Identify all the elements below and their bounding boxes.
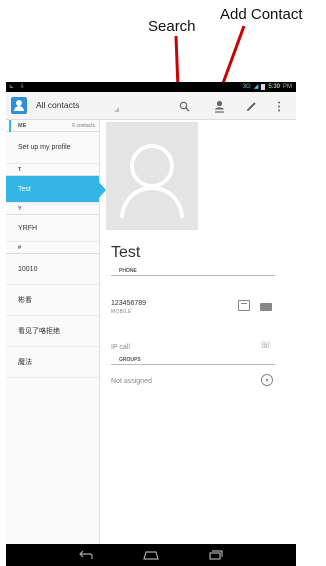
status-bar: ⊾ ⇩ 3G ◢ 5:39 PM — [6, 82, 296, 92]
status-time: 5:39 — [268, 83, 280, 90]
contacts-filter-title[interactable]: All contacts — [36, 100, 79, 110]
search-annotation-label: Search — [148, 18, 196, 35]
ip-call-row[interactable]: IP call — [111, 344, 130, 351]
groups-value[interactable]: Not assigned — [111, 378, 152, 385]
navigation-bar — [6, 544, 296, 566]
phone-number[interactable]: 123456789 — [111, 300, 146, 307]
battery-icon — [261, 83, 266, 90]
contact-row-selected[interactable]: Test — [6, 176, 106, 203]
edit-button[interactable] — [241, 97, 261, 115]
notification-icons: ⊾ ⇩ — [9, 84, 27, 90]
section-header: # — [6, 242, 99, 254]
section-header: Y — [6, 203, 99, 215]
ip-call-icon[interactable]: ☏ — [260, 340, 271, 351]
groups-section-header: GROUPS — [111, 355, 275, 365]
add-contact-arrow — [220, 25, 246, 87]
contacts-app-icon[interactable] — [11, 97, 27, 114]
device-screen: ⊾ ⇩ 3G ◢ 5:39 PM All contacts ME 6 conta… — [6, 82, 296, 566]
signal-icon: ◢ — [253, 84, 259, 90]
add-contact-icon — [214, 100, 224, 113]
add-contact-annotation-label: Add Contact — [220, 6, 303, 23]
contacts-count: 6 contacts — [72, 123, 95, 129]
recent-apps-button[interactable] — [206, 548, 226, 562]
section-header-me: ME 6 contacts — [6, 120, 99, 132]
contact-row[interactable]: YRFH — [6, 215, 99, 242]
contact-name: Test — [111, 244, 141, 261]
overflow-menu-button[interactable] — [269, 97, 289, 115]
contact-row[interactable]: 10010 — [6, 254, 99, 285]
contacts-list: ME 6 contacts Set up my profile T Test Y… — [6, 120, 106, 544]
search-arrow — [174, 35, 180, 89]
search-button[interactable] — [174, 97, 194, 115]
overflow-menu-icon — [278, 101, 280, 111]
action-bar: All contacts — [6, 92, 296, 120]
network-type: 3G — [242, 83, 251, 90]
me-marker — [9, 120, 11, 132]
contact-detail-pane: Test PHONE 123456789 MOBILE IP call ☏ GR… — [106, 120, 292, 544]
setup-profile-row[interactable]: Set up my profile — [6, 132, 99, 164]
phone-type: MOBILE — [111, 309, 132, 315]
home-button[interactable] — [141, 548, 161, 562]
back-button[interactable] — [76, 548, 96, 562]
contact-row[interactable]: 魔法 — [6, 347, 99, 378]
search-icon — [179, 101, 189, 111]
video-call-icon[interactable] — [238, 300, 250, 311]
home-icon — [143, 551, 159, 560]
expand-groups-icon[interactable]: ▾ — [261, 374, 273, 386]
section-header: T — [6, 164, 99, 176]
edit-icon — [246, 101, 256, 111]
add-contact-button[interactable] — [209, 97, 229, 115]
phone-section-header: PHONE — [111, 266, 275, 276]
contact-row[interactable]: 看见了咯拒绝 — [6, 316, 99, 347]
contact-row[interactable]: 彬看 — [6, 285, 99, 316]
status-ampm: PM — [283, 83, 292, 90]
send-message-icon[interactable] — [260, 303, 272, 311]
contact-photo[interactable] — [106, 122, 198, 230]
dropdown-caret-icon — [114, 107, 119, 112]
back-icon — [79, 550, 93, 559]
recent-apps-icon — [209, 550, 223, 560]
